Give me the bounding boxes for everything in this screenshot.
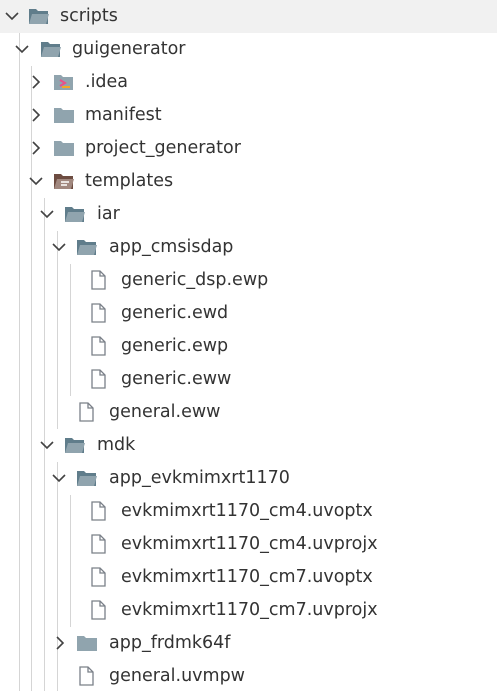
file-icon xyxy=(88,369,110,389)
tree-item-label: generic.ewp xyxy=(121,336,229,356)
tree-item-generic-eww[interactable]: generic.eww xyxy=(0,363,497,396)
chevron-right-icon[interactable] xyxy=(50,631,70,655)
tree-item-general-uvmpw[interactable]: general.uvmpw xyxy=(0,660,497,693)
file-icon xyxy=(88,303,110,323)
chevron-right-icon[interactable] xyxy=(26,70,46,94)
chevron-down-icon[interactable] xyxy=(2,4,22,28)
tree-item-cm7-uvprojx[interactable]: evkmimxrt1170_cm7.uvprojx xyxy=(0,594,497,627)
folder-open-icon xyxy=(64,204,86,224)
idea-folder-icon xyxy=(53,72,75,92)
tree-item-label: generic.eww xyxy=(121,369,232,389)
tree-item-label: evkmimxrt1170_cm4.uvoptx xyxy=(121,501,373,521)
tree-item-label: evkmimxrt1170_cm7.uvoptx xyxy=(121,567,373,587)
tree-item-label: evkmimxrt1170_cm4.uvprojx xyxy=(121,534,378,554)
tree-item-app-evkmimxrt1170[interactable]: app_evkmimxrt1170 xyxy=(0,462,497,495)
file-icon xyxy=(88,501,110,521)
folder-open-icon xyxy=(40,39,62,59)
tree-item-label: iar xyxy=(97,204,120,224)
tree-item-generic-dsp-ewp[interactable]: generic_dsp.ewp xyxy=(0,264,497,297)
tree-item-idea[interactable]: .idea xyxy=(0,66,497,99)
tree-item-mdk[interactable]: mdk xyxy=(0,429,497,462)
chevron-down-icon[interactable] xyxy=(26,169,46,193)
tree-item-cm7-uvoptx[interactable]: evkmimxrt1170_cm7.uvoptx xyxy=(0,561,497,594)
file-icon xyxy=(76,402,98,422)
tree-item-label: mdk xyxy=(97,435,136,455)
chevron-right-icon[interactable] xyxy=(26,136,46,160)
tree-item-label: app_cmsisdap xyxy=(109,237,234,257)
folder-icon xyxy=(53,105,75,125)
tree-item-manifest[interactable]: manifest xyxy=(0,99,497,132)
tree-item-label: manifest xyxy=(85,105,162,125)
file-icon xyxy=(88,336,110,356)
chevron-down-icon[interactable] xyxy=(49,466,69,490)
folder-icon xyxy=(53,138,75,158)
tree-item-templates[interactable]: templates xyxy=(0,165,497,198)
tree-item-label: general.eww xyxy=(109,402,221,422)
tree-item-general-eww[interactable]: general.eww xyxy=(0,396,497,429)
file-icon xyxy=(88,270,110,290)
tree-item-label: scripts xyxy=(60,6,118,26)
folder-open-icon xyxy=(64,435,86,455)
tree-item-generic-ewd[interactable]: generic.ewd xyxy=(0,297,497,330)
tree-item-label: project_generator xyxy=(85,138,241,158)
tree-item-label: generic.ewd xyxy=(121,303,229,323)
folder-open-icon xyxy=(76,237,98,257)
tree-item-cm4-uvprojx[interactable]: evkmimxrt1170_cm4.uvprojx xyxy=(0,528,497,561)
tree-item-project-generator[interactable]: project_generator xyxy=(0,132,497,165)
tree-item-generic-ewp[interactable]: generic.ewp xyxy=(0,330,497,363)
tree-item-label: general.uvmpw xyxy=(109,666,245,686)
tree-item-label: app_evkmimxrt1170 xyxy=(109,468,290,488)
file-icon xyxy=(88,534,110,554)
tree-item-label: evkmimxrt1170_cm7.uvprojx xyxy=(121,600,378,620)
chevron-down-icon[interactable] xyxy=(12,37,32,61)
tree-item-label: guigenerator xyxy=(72,39,186,59)
chevron-down-icon[interactable] xyxy=(37,433,57,457)
tree-item-app-cmsisdap[interactable]: app_cmsisdap xyxy=(0,231,497,264)
tree-item-cm4-uvoptx[interactable]: evkmimxrt1170_cm4.uvoptx xyxy=(0,495,497,528)
chevron-right-icon[interactable] xyxy=(26,103,46,127)
file-icon xyxy=(88,600,110,620)
tree-item-scripts[interactable]: scripts xyxy=(0,0,497,33)
tree-item-guigenerator[interactable]: guigenerator xyxy=(0,33,497,66)
file-icon xyxy=(76,666,98,686)
folder-open-icon xyxy=(76,468,98,488)
folder-icon xyxy=(76,633,98,653)
templates-folder-open-icon xyxy=(53,171,75,191)
tree-item-label: app_frdmk64f xyxy=(109,633,231,653)
tree-item-label: templates xyxy=(85,171,174,191)
tree-item-iar[interactable]: iar xyxy=(0,198,497,231)
file-icon xyxy=(88,567,110,587)
tree-item-app-frdmk64f[interactable]: app_frdmk64f xyxy=(0,627,497,660)
tree-item-label: generic_dsp.ewp xyxy=(121,270,269,290)
tree-item-label: .idea xyxy=(85,72,129,92)
chevron-down-icon[interactable] xyxy=(49,235,69,259)
chevron-down-icon[interactable] xyxy=(37,202,57,226)
file-explorer-tree: scripts guigenerator .idea manifest proj… xyxy=(0,0,497,691)
folder-open-icon xyxy=(28,6,50,26)
